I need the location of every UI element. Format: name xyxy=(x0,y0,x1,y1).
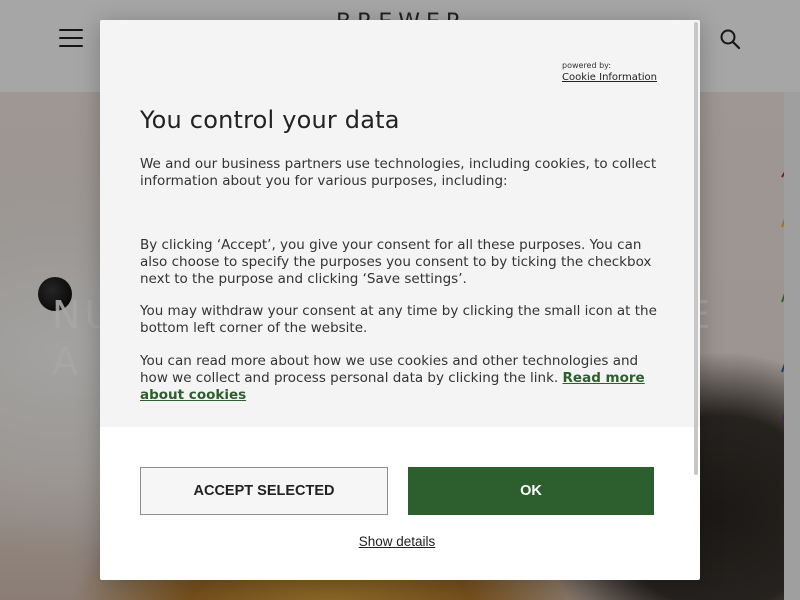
ok-button[interactable]: OK xyxy=(408,467,654,515)
consent-read-more-paragraph: You can read more about how we use cooki… xyxy=(140,353,660,404)
consent-withdraw-text: You may withdraw your consent at any tim… xyxy=(140,303,657,336)
powered-by: powered by: Cookie Information xyxy=(562,60,672,83)
cookie-information-link[interactable]: Cookie Information xyxy=(562,72,672,83)
powered-by-label: powered by: xyxy=(562,61,612,70)
accept-selected-button[interactable]: ACCEPT SELECTED xyxy=(140,467,388,515)
consent-intro-text: We and our business partners use technol… xyxy=(140,156,657,189)
dialog-scrollbar[interactable] xyxy=(694,22,698,475)
consent-accept-text: By clicking ‘Accept’, you give your cons… xyxy=(140,237,652,287)
cookie-consent-dialog: powered by: Cookie Information You contr… xyxy=(100,20,700,580)
dialog-title: You control your data xyxy=(140,106,400,134)
show-details-link[interactable]: Show details xyxy=(100,534,694,549)
page: BREWER NU A D E powered by: Cookie Infor… xyxy=(0,0,800,600)
